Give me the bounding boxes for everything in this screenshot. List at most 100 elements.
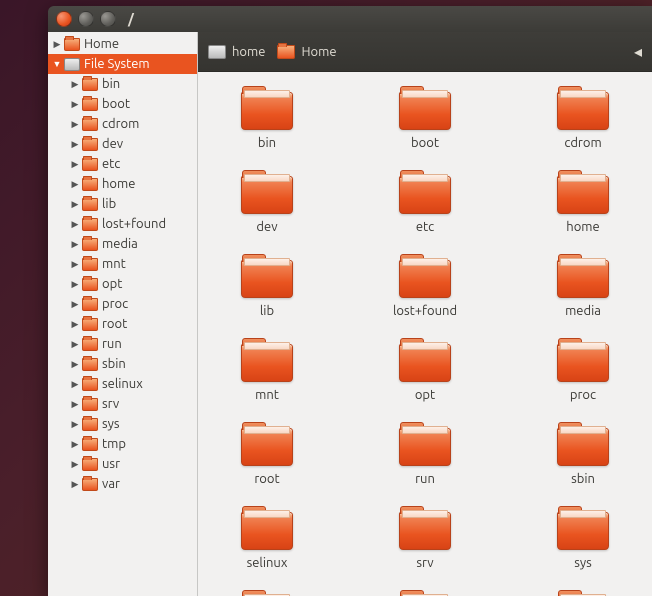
folder-label: run	[415, 472, 435, 486]
folder-item[interactable]: media	[557, 260, 609, 318]
window-title: /	[128, 11, 134, 27]
folder-item[interactable]: selinux	[241, 512, 293, 570]
folder-icon	[82, 198, 98, 211]
chevron-right-icon[interactable]: ▶	[52, 39, 62, 50]
path-segment-root[interactable]: home	[208, 45, 265, 59]
chevron-right-icon[interactable]: ▶	[70, 359, 80, 370]
folder-item[interactable]: sbin	[557, 428, 609, 486]
folder-item[interactable]: srv	[399, 512, 451, 570]
folder-item[interactable]: lib	[241, 260, 293, 318]
chevron-down-icon[interactable]: ▼	[52, 59, 62, 69]
sidebar-item-folder[interactable]: ▶ dev	[48, 134, 197, 154]
chevron-right-icon[interactable]: ▶	[70, 339, 80, 350]
sidebar-item-folder[interactable]: ▶srv	[48, 394, 197, 414]
folder-item[interactable]: proc	[557, 344, 609, 402]
sidebar-item-folder[interactable]: ▶cdrom	[48, 114, 197, 134]
sidebar-item-folder[interactable]: ▶ etc	[48, 154, 197, 174]
chevron-right-icon[interactable]: ▶	[70, 199, 80, 210]
sidebar-item-label: lost+found	[102, 217, 166, 231]
folder-icon	[82, 478, 98, 491]
folder-icon	[82, 138, 98, 151]
folder-item[interactable]: root	[241, 428, 293, 486]
folder-item[interactable]: bin	[241, 92, 293, 150]
folder-icon	[557, 428, 609, 466]
folder-icon	[557, 344, 609, 382]
sidebar-item-folder[interactable]: ▶sbin	[48, 354, 197, 374]
folder-item[interactable]: home	[557, 176, 609, 234]
chevron-right-icon[interactable]: ▶	[70, 299, 80, 310]
sidebar-item-label: media	[102, 237, 138, 251]
chevron-right-icon[interactable]: ▶	[70, 399, 80, 410]
close-icon[interactable]	[56, 11, 72, 27]
sidebar[interactable]: ▶ Home ▼ File System ▶bin▶boot▶cdrom▶dev…	[48, 32, 198, 596]
folder-label: bin	[258, 136, 276, 150]
sidebar-item-folder[interactable]: ▶usr	[48, 454, 197, 474]
sidebar-item-folder[interactable]: ▶bin	[48, 74, 197, 94]
maximize-icon[interactable]	[100, 11, 116, 27]
chevron-right-icon[interactable]: ▶	[70, 259, 80, 270]
sidebar-item-folder[interactable]: ▶proc	[48, 294, 197, 314]
chevron-right-icon[interactable]: ▶	[70, 219, 80, 230]
chevron-left-icon[interactable]: ◂	[634, 42, 642, 61]
folder-item[interactable]: boot	[399, 92, 451, 150]
sidebar-item-label: dev	[102, 137, 123, 151]
chevron-right-icon[interactable]: ▶	[70, 379, 80, 390]
drive-icon	[208, 45, 226, 59]
chevron-right-icon[interactable]: ▶	[70, 99, 80, 110]
sidebar-item-label: etc	[102, 157, 120, 171]
folder-item[interactable]: opt	[399, 344, 451, 402]
chevron-right-icon[interactable]: ▶	[70, 139, 80, 150]
titlebar[interactable]: /	[48, 6, 652, 32]
minimize-icon[interactable]	[78, 11, 94, 27]
icon-view[interactable]: bin boot cdrom dev etc home lib lost+found media…	[198, 72, 652, 596]
chevron-right-icon[interactable]: ▶	[70, 439, 80, 450]
sidebar-item-folder[interactable]: ▶ tmp	[48, 434, 197, 454]
path-segment-home[interactable]: Home	[277, 45, 336, 59]
chevron-right-icon[interactable]: ▶	[70, 479, 80, 490]
folder-item[interactable]: sys	[557, 512, 609, 570]
sidebar-item-folder[interactable]: ▶ lost+found	[48, 214, 197, 234]
sidebar-place-home[interactable]: ▶ Home	[48, 34, 197, 54]
chevron-right-icon[interactable]: ▶	[70, 239, 80, 250]
folder-item[interactable]: lost+found	[393, 260, 457, 318]
sidebar-item-folder[interactable]: ▶ opt	[48, 274, 197, 294]
folder-label: proc	[570, 388, 596, 402]
folder-label: boot	[411, 136, 439, 150]
chevron-right-icon[interactable]: ▶	[70, 119, 80, 130]
folder-item[interactable]: etc	[399, 176, 451, 234]
sidebar-item-folder[interactable]: ▶var	[48, 474, 197, 494]
path-segment-label: Home	[301, 45, 336, 59]
sidebar-item-folder[interactable]: ▶lib	[48, 194, 197, 214]
folder-item[interactable]: cdrom	[557, 92, 609, 150]
chevron-right-icon[interactable]: ▶	[70, 319, 80, 330]
folder-item[interactable]: run	[399, 428, 451, 486]
sidebar-item-label: root	[102, 317, 127, 331]
sidebar-item-label: sys	[102, 417, 120, 431]
folder-label: opt	[415, 388, 435, 402]
sidebar-item-label: tmp	[102, 437, 126, 451]
chevron-right-icon[interactable]: ▶	[70, 419, 80, 430]
folder-label: mnt	[255, 388, 279, 402]
drive-icon	[64, 58, 80, 71]
sidebar-item-folder[interactable]: ▶boot	[48, 94, 197, 114]
chevron-right-icon[interactable]: ▶	[70, 459, 80, 470]
folder-icon	[399, 260, 451, 298]
sidebar-item-folder[interactable]: ▶mnt	[48, 254, 197, 274]
sidebar-place-filesystem[interactable]: ▼ File System	[48, 54, 197, 74]
sidebar-item-folder[interactable]: ▶run	[48, 334, 197, 354]
chevron-right-icon[interactable]: ▶	[70, 179, 80, 190]
chevron-right-icon[interactable]: ▶	[70, 159, 80, 170]
sidebar-item-folder[interactable]: ▶ sys	[48, 414, 197, 434]
chevron-right-icon[interactable]: ▶	[70, 79, 80, 90]
sidebar-item-folder[interactable]: ▶home	[48, 174, 197, 194]
folder-item[interactable]: mnt	[241, 344, 293, 402]
sidebar-item-folder[interactable]: ▶selinux	[48, 374, 197, 394]
sidebar-item-folder[interactable]: ▶ media	[48, 234, 197, 254]
sidebar-item-folder[interactable]: ▶ root	[48, 314, 197, 334]
folder-item[interactable]: dev	[241, 176, 293, 234]
sidebar-item-label: opt	[102, 277, 122, 291]
folder-icon	[82, 358, 98, 371]
folder-label: cdrom	[564, 136, 601, 150]
chevron-right-icon[interactable]: ▶	[70, 279, 80, 290]
folder-label: media	[565, 304, 601, 318]
